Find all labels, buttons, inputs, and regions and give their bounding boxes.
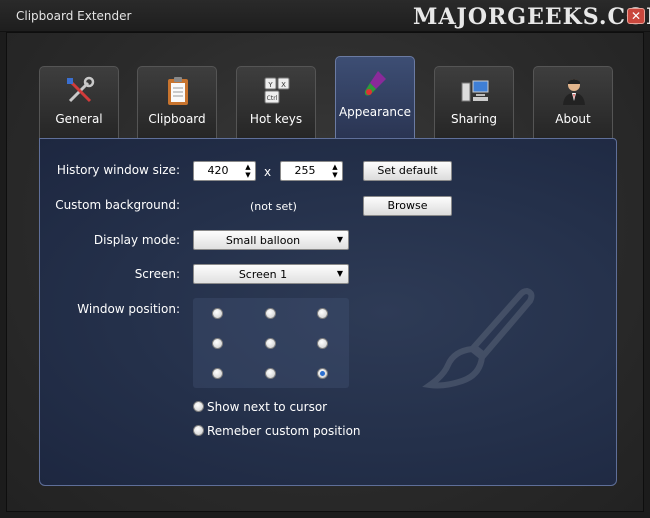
person-icon xyxy=(563,79,585,105)
tab-hot-keys[interactable]: Y X Ctrl Hot keys xyxy=(236,66,316,138)
remember-position-label: Remeber custom position xyxy=(207,424,361,438)
position-top-center-radio[interactable] xyxy=(265,308,276,319)
tab-label: Appearance xyxy=(338,105,412,119)
svg-text:Y: Y xyxy=(267,81,273,89)
set-default-button[interactable]: Set default xyxy=(363,161,452,181)
chevron-down-icon: ▼ xyxy=(336,269,343,278)
screen-value: Screen 1 xyxy=(238,268,288,281)
custom-background-value: (not set) xyxy=(250,200,297,213)
network-computers-icon xyxy=(461,80,489,102)
position-middle-left-radio[interactable] xyxy=(212,338,223,349)
chevron-down-icon: ▼ xyxy=(336,235,343,244)
size-separator: x xyxy=(264,165,272,179)
height-value: 255 xyxy=(294,164,316,177)
display-mode-select[interactable]: Small balloon ▼ xyxy=(193,230,349,250)
tab-sharing[interactable]: Sharing xyxy=(434,66,514,138)
screen-label: Screen: xyxy=(134,267,180,281)
position-bottom-center-radio[interactable] xyxy=(265,368,276,379)
close-button[interactable]: ✕ xyxy=(627,8,645,24)
tab-clipboard[interactable]: Clipboard xyxy=(137,66,217,138)
clipboard-icon xyxy=(168,77,188,105)
tab-label: Clipboard xyxy=(148,112,206,126)
tab-label: Sharing xyxy=(450,112,498,126)
screen-select[interactable]: Screen 1 ▼ xyxy=(193,264,349,284)
svg-text:Ctrl: Ctrl xyxy=(267,95,278,102)
paint-brush-icon xyxy=(364,71,386,96)
display-mode-label: Display mode: xyxy=(93,233,180,247)
watermark-logo: MAJORGEEKS.COM xyxy=(413,4,650,30)
width-value: 420 xyxy=(207,164,229,177)
tab-label: General xyxy=(55,112,103,126)
keyboard-keys-icon: Y X Ctrl xyxy=(264,77,290,104)
tab-appearance[interactable]: Appearance xyxy=(335,56,415,140)
position-bottom-right-radio[interactable] xyxy=(317,368,328,379)
position-top-left-radio[interactable] xyxy=(212,308,223,319)
window-position-label: Window position: xyxy=(77,302,180,316)
position-middle-right-radio[interactable] xyxy=(317,338,328,349)
position-middle-center-radio[interactable] xyxy=(265,338,276,349)
show-next-to-cursor-label: Show next to cursor xyxy=(207,400,328,414)
width-spinner[interactable]: 420 ▲ ▼ xyxy=(193,161,256,181)
spinner-arrows-icon[interactable]: ▲ ▼ xyxy=(330,163,340,179)
display-mode-value: Small balloon xyxy=(225,234,301,247)
remember-position-radio[interactable] xyxy=(193,425,204,436)
show-next-to-cursor-radio[interactable] xyxy=(193,401,204,412)
custom-background-label: Custom background: xyxy=(55,198,180,212)
tab-general[interactable]: General xyxy=(39,66,119,138)
tab-label: About xyxy=(555,112,591,126)
tab-label: Hot keys xyxy=(249,112,303,126)
tab-about[interactable]: About xyxy=(533,66,613,138)
position-bottom-left-radio[interactable] xyxy=(212,368,223,379)
height-spinner[interactable]: 255 ▲ ▼ xyxy=(280,161,343,181)
position-top-right-radio[interactable] xyxy=(317,308,328,319)
browse-button[interactable]: Browse xyxy=(363,196,452,216)
tools-icon xyxy=(67,76,95,103)
window-title: Clipboard Extender xyxy=(16,9,132,23)
history-size-label: History window size: xyxy=(56,163,180,177)
title-bar: Clipboard Extender MAJORGEEKS.COM ✕ xyxy=(0,0,650,32)
spinner-arrows-icon[interactable]: ▲ ▼ xyxy=(243,163,253,179)
svg-text:X: X xyxy=(281,81,286,89)
paint-brush-watermark-icon xyxy=(422,287,535,389)
